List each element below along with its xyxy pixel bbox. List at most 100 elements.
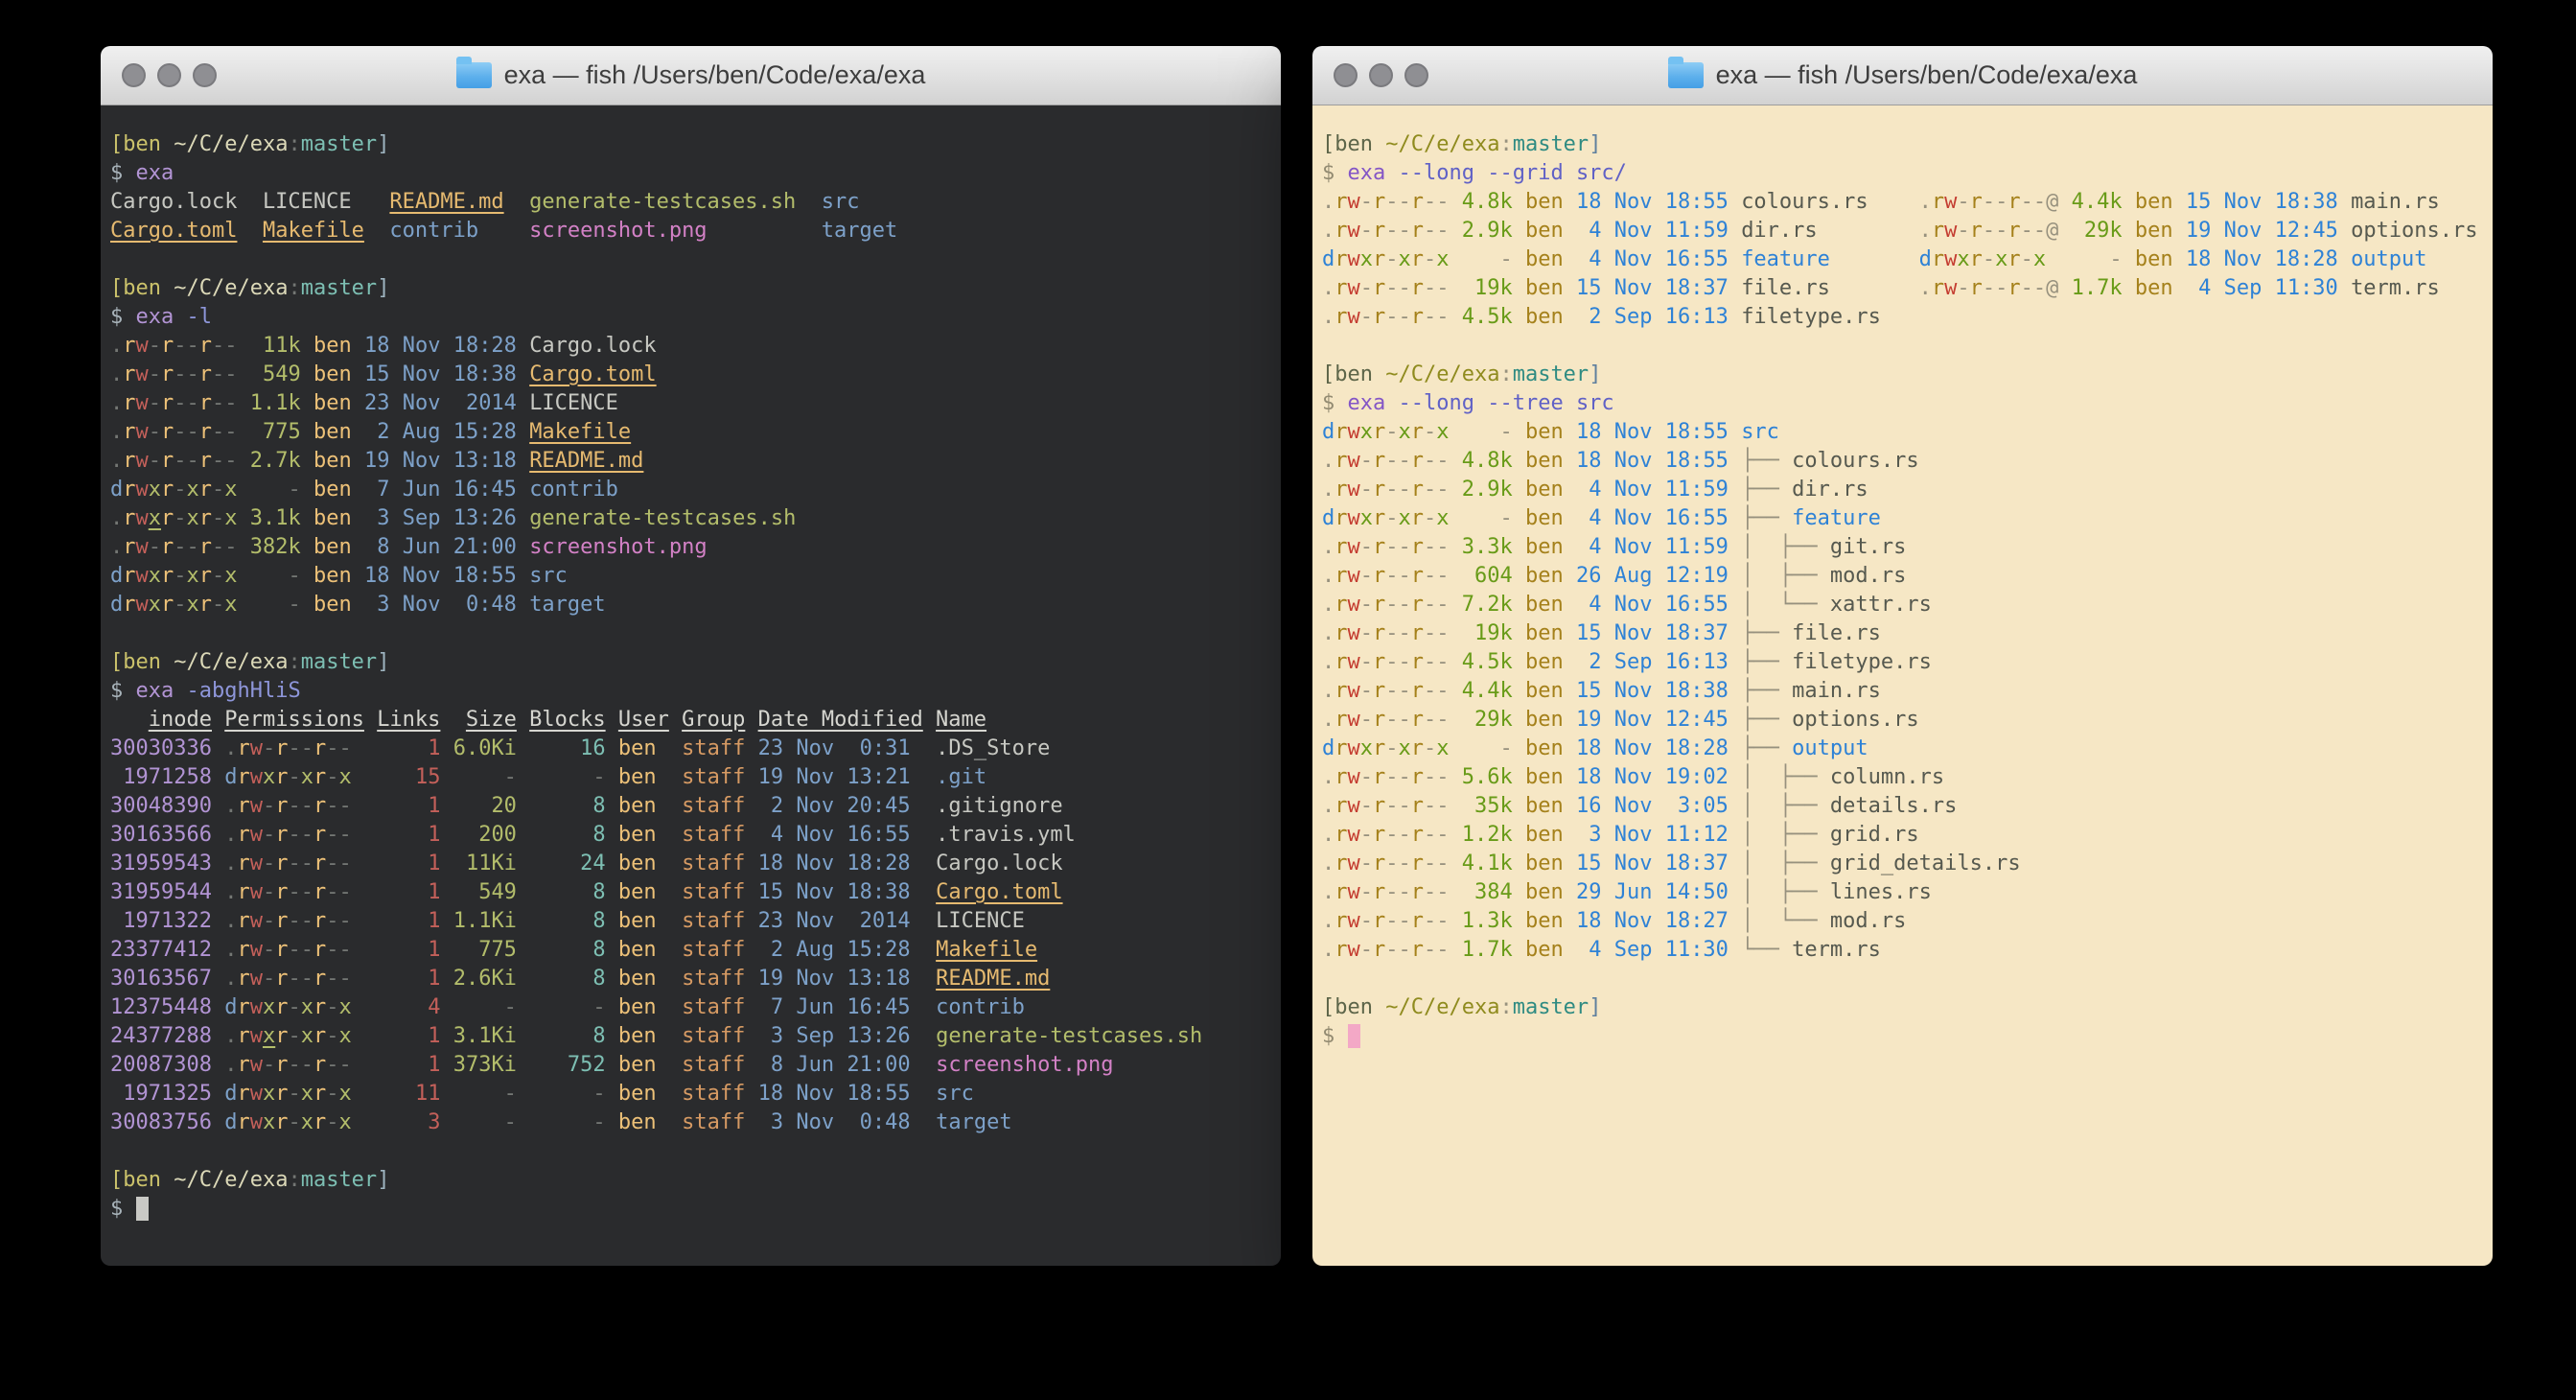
terminal-text-segment: - bbox=[326, 765, 338, 789]
terminal-text-segment: filetype.rs bbox=[1792, 650, 1932, 674]
terminal-content-light[interactable]: [ben ~/C/e/exa:master]$ exa --long --gri… bbox=[1312, 105, 2493, 1266]
terminal-text-segment: ben bbox=[618, 852, 657, 875]
terminal-text-segment: colours.rs bbox=[1792, 449, 1918, 473]
terminal-line: 30163566 .rw-r--r-- 1 200 8 ben staff 4 … bbox=[110, 821, 1273, 850]
terminal-text-segment: r bbox=[237, 852, 249, 875]
terminal-text-segment: $ bbox=[1322, 1024, 1348, 1048]
terminal-text-segment bbox=[1513, 794, 1525, 818]
terminal-text-segment: - bbox=[2033, 276, 2046, 300]
terminal-text-segment bbox=[440, 708, 466, 732]
terminal-text-segment: - bbox=[326, 736, 338, 760]
terminal-text-segment: │ ├── bbox=[1741, 852, 1830, 875]
terminal-text-segment: master bbox=[301, 132, 377, 156]
zoom-button[interactable] bbox=[193, 63, 217, 87]
terminal-text-segment: - bbox=[174, 564, 186, 588]
close-button[interactable] bbox=[122, 63, 146, 87]
terminal-text-segment bbox=[1513, 823, 1525, 847]
terminal-text-segment: w bbox=[250, 880, 263, 904]
terminal-text-segment: ├── bbox=[1741, 506, 1792, 530]
terminal-text-segment: r bbox=[161, 449, 174, 473]
terminal-text-segment: - bbox=[263, 736, 275, 760]
terminal-text-segment: . bbox=[110, 506, 123, 530]
terminal-text-segment bbox=[1729, 823, 1741, 847]
terminal-text-segment: - bbox=[174, 391, 186, 415]
terminal-text-segment: r bbox=[1411, 449, 1424, 473]
terminal-text-segment: r bbox=[161, 334, 174, 358]
terminal-text-segment: w bbox=[136, 449, 149, 473]
terminal-text-segment bbox=[2338, 190, 2351, 214]
terminal-text-segment: 3.1Ki bbox=[453, 1024, 517, 1048]
terminal-text-segment: - bbox=[1385, 823, 1398, 847]
minimize-button[interactable] bbox=[157, 63, 181, 87]
terminal-text-segment: - bbox=[288, 794, 300, 818]
terminal-text-segment: - bbox=[1385, 650, 1398, 674]
terminal-text-segment: - bbox=[224, 334, 237, 358]
terminal-text-segment: - bbox=[263, 794, 275, 818]
terminal-text-segment: ~/C/e/exa bbox=[1385, 362, 1499, 386]
terminal-text-segment: - bbox=[1360, 276, 1373, 300]
terminal-text-segment: ben bbox=[618, 1024, 657, 1048]
terminal-text-segment: Group bbox=[682, 708, 745, 732]
terminal-text-segment: Cargo.lock bbox=[936, 852, 1062, 875]
terminal-text-segment: r bbox=[199, 564, 212, 588]
terminal-text-segment: 15 bbox=[377, 765, 440, 789]
terminal-text-segment: . bbox=[1322, 305, 1334, 329]
terminal-text-segment: ben bbox=[1525, 535, 1564, 559]
terminal-text-segment: screenshot.png bbox=[936, 1053, 1113, 1077]
terminal-text-segment: 7.2k bbox=[1450, 593, 1513, 617]
terminal-text-segment: . bbox=[1322, 564, 1334, 588]
terminal-text-segment: - bbox=[1424, 708, 1436, 732]
terminal-text-segment: 15 Nov 18:37 bbox=[1576, 621, 1729, 645]
terminal-text-segment: - bbox=[1385, 736, 1398, 760]
terminal-text-segment: r bbox=[1334, 276, 1347, 300]
terminal-text-segment: - bbox=[326, 823, 338, 847]
terminal-text-segment: - bbox=[1399, 909, 1411, 933]
terminal-text-segment: │ ├── bbox=[1741, 535, 1830, 559]
terminal-text-segment: 30163567 bbox=[110, 967, 212, 991]
terminal-text-segment: r bbox=[1334, 794, 1347, 818]
minimize-button[interactable] bbox=[1369, 63, 1393, 87]
terminal-text-segment: ben bbox=[1525, 449, 1564, 473]
terminal-text-segment: d bbox=[1322, 506, 1334, 530]
terminal-text-segment: x bbox=[338, 1110, 351, 1134]
terminal-text-segment: - bbox=[1957, 219, 1969, 243]
terminal-text-segment: . bbox=[1322, 650, 1334, 674]
titlebar[interactable]: exa — fish /Users/ben/Code/exa/exa bbox=[1312, 46, 2493, 105]
terminal-text-segment bbox=[2173, 190, 2186, 214]
terminal-text-segment: 4.5k bbox=[1450, 650, 1513, 674]
terminal-text-segment: r bbox=[1411, 276, 1424, 300]
terminal-text-segment bbox=[352, 1024, 378, 1048]
terminal-text-segment: 1971258 bbox=[110, 765, 212, 789]
terminal-text-segment bbox=[1564, 823, 1576, 847]
terminal-text-segment: - bbox=[1436, 190, 1449, 214]
terminal-text-segment: w bbox=[1348, 478, 1360, 502]
terminal-text-segment: - bbox=[326, 1110, 338, 1134]
terminal-text-segment: - bbox=[224, 449, 237, 473]
terminal-text-segment: term.rs bbox=[1792, 938, 1881, 962]
zoom-button[interactable] bbox=[1404, 63, 1428, 87]
terminal-text-segment: - bbox=[263, 909, 275, 933]
terminal-text-segment bbox=[1513, 478, 1525, 502]
terminal-text-segment: ben bbox=[313, 478, 352, 502]
terminal-text-segment: src bbox=[1576, 391, 1614, 415]
terminal-text-segment bbox=[1513, 909, 1525, 933]
terminal-text-segment: [ben bbox=[110, 276, 174, 300]
terminal-text-segment: 7 Jun 16:45 bbox=[364, 478, 517, 502]
terminal-text-segment: . bbox=[1322, 823, 1334, 847]
terminal-line: drwxr-xr-x - ben 4 Nov 16:55 ├── feature bbox=[1322, 504, 2485, 533]
terminal-text-segment: - bbox=[1399, 938, 1411, 962]
close-button[interactable] bbox=[1334, 63, 1358, 87]
titlebar[interactable]: exa — fish /Users/ben/Code/exa/exa bbox=[101, 46, 1281, 105]
terminal-text-segment bbox=[1513, 593, 1525, 617]
terminal-text-segment bbox=[440, 967, 453, 991]
terminal-content-dark[interactable]: [ben ~/C/e/exa:master]$ exaCargo.lock LI… bbox=[101, 105, 1281, 1266]
terminal-text-segment: r bbox=[1334, 880, 1347, 904]
terminal-line: .rw-r--r-- 3.3k ben 4 Nov 11:59 │ ├── gi… bbox=[1322, 533, 2485, 562]
terminal-text-segment: 7 Jun 16:45 bbox=[758, 995, 911, 1019]
terminal-text-segment: r bbox=[275, 967, 288, 991]
terminal-text-segment: │ ├── bbox=[1741, 765, 1830, 789]
terminal-text-segment: w bbox=[1348, 420, 1360, 444]
terminal-text-segment: r bbox=[275, 938, 288, 962]
terminal-text-segment: r bbox=[1411, 852, 1424, 875]
terminal-text-segment: . bbox=[224, 852, 237, 875]
